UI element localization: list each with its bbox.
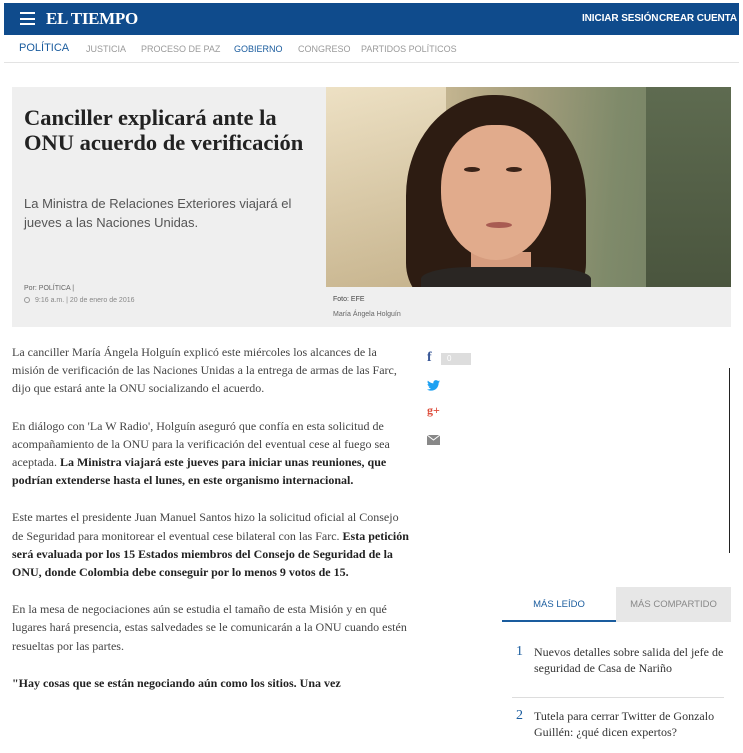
section-nav: POLÍTICA JUSTICIA PROCESO DE PAZ GOBIERN… [4, 35, 739, 63]
twitter-share-icon[interactable] [427, 378, 443, 392]
list-item-link[interactable]: Nuevos detalles sobre salida del jefe de… [534, 644, 724, 676]
nav-item-justicia[interactable]: JUSTICIA [86, 44, 126, 54]
list-item-number: 2 [516, 708, 523, 723]
paragraph-bold-text: "Hay cosas que se están negociando aún c… [12, 675, 341, 690]
login-link[interactable]: INICIAR SESIÓN [582, 13, 658, 24]
site-logo[interactable]: EL TIEMPO [46, 9, 138, 29]
article-deck: La Ministra de Relaciones Exteriores via… [24, 196, 292, 230]
email-share-icon[interactable] [426, 432, 443, 446]
facebook-share-count: 0 [441, 353, 471, 365]
nav-item-partidos-politicos[interactable]: PARTIDOS POLÍTICOS [361, 44, 457, 54]
scroll-divider [729, 368, 730, 553]
nav-item-proceso-de-paz[interactable]: PROCESO DE PAZ [141, 44, 220, 54]
article-photo [326, 87, 731, 287]
article-paragraph: La canciller María Ángela Holguín explic… [12, 345, 397, 396]
paragraph-bold-text: La Ministra viajará este jueves para ini… [12, 455, 387, 488]
clock-icon [24, 297, 30, 303]
article-paragraph: En diálogo con 'La W Radio', Holguín ase… [12, 417, 412, 490]
google-plus-share-icon[interactable]: g+ [427, 403, 443, 417]
article-hero: Canciller explicará ante la ONU acuerdo … [12, 87, 731, 327]
article-paragraph: "Hay cosas que se están negociando aún c… [12, 674, 412, 692]
nav-item-gobierno[interactable]: GOBIERNO [234, 44, 283, 54]
article-byline: Por: POLÍTICA | [24, 285, 75, 292]
top-bar: EL TIEMPO INICIAR SESIÓN CREAR CUENTA [4, 3, 739, 35]
article-paragraph: Este martes el presidente Juan Manuel Sa… [12, 508, 412, 581]
tab-most-read[interactable]: MÁS LEÍDO [502, 587, 616, 622]
list-item-link[interactable]: Tutela para cerrar Twitter de Gonzalo Gu… [534, 708, 724, 740]
signup-link[interactable]: CREAR CUENTA [659, 13, 737, 24]
most-read-widget: MÁS LEÍDO MÁS COMPARTIDO 1 Nuevos detall… [502, 587, 731, 753]
article-date: 9:16 a.m. | 20 de enero de 2016 [24, 297, 135, 304]
article-paragraph: En la mesa de negociaciones aún se estud… [12, 602, 407, 653]
list-item-number: 1 [516, 644, 523, 659]
hamburger-menu-icon[interactable] [20, 12, 35, 25]
photo-credit: Foto: EFE [333, 296, 365, 303]
photo-caption: María Ángela Holguín [333, 311, 401, 318]
nav-item-politica[interactable]: POLÍTICA [19, 42, 69, 54]
article-headline: Canciller explicará ante la ONU acuerdo … [24, 105, 304, 155]
article-date-text: 9:16 a.m. | 20 de enero de 2016 [35, 297, 135, 304]
tab-most-shared[interactable]: MÁS COMPARTIDO [616, 587, 731, 622]
article-body: La canciller María Ángela Holguín explic… [12, 343, 412, 711]
list-divider [512, 697, 724, 698]
paragraph-text: Este martes el presidente Juan Manuel Sa… [12, 510, 399, 543]
nav-item-congreso[interactable]: CONGRESO [298, 44, 351, 54]
